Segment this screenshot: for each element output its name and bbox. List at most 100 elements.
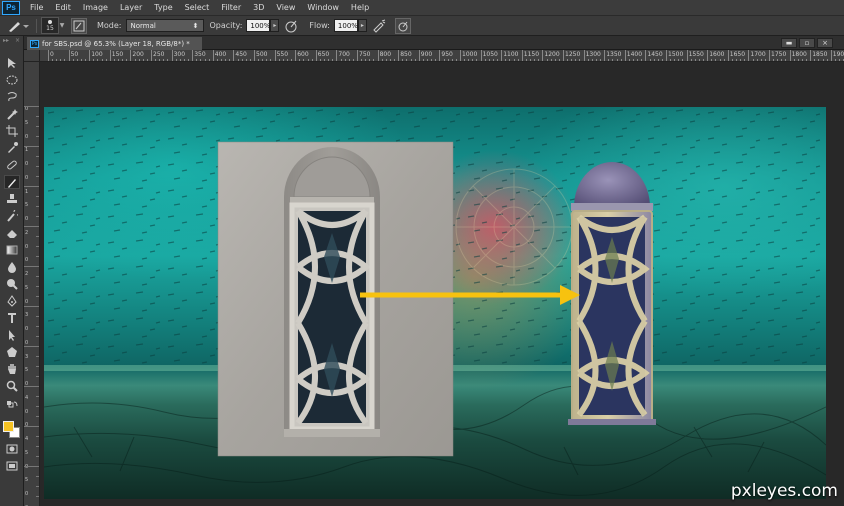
quick-mask-button[interactable] — [4, 442, 20, 456]
pen-tool[interactable] — [4, 294, 20, 308]
ruler-label: 1050 — [482, 51, 498, 58]
collapse-icon[interactable]: ▸▸ — [3, 37, 9, 45]
close-document-button[interactable]: × — [817, 38, 833, 48]
eraser-tool[interactable] — [4, 226, 20, 240]
gradient-tool[interactable] — [4, 243, 20, 257]
ruler-tick — [254, 50, 255, 61]
brush-size-picker[interactable]: 15 — [41, 17, 59, 34]
pressure-size-button[interactable] — [394, 17, 411, 34]
hand-tool[interactable] — [4, 362, 20, 376]
menu-image[interactable]: Image — [77, 3, 114, 12]
ruler-tick — [521, 50, 523, 61]
ruler-label: 500 — [256, 51, 268, 58]
ruler-tick — [748, 50, 750, 61]
ruler-label: 1900 — [832, 51, 844, 58]
menu-window[interactable]: Window — [301, 3, 345, 12]
ruler-tick — [357, 50, 358, 61]
ruler-label: 1850 — [812, 51, 828, 58]
mode-select[interactable]: Normal ⬍ — [125, 19, 204, 32]
ruler-origin[interactable] — [24, 50, 40, 62]
restore-button[interactable]: ▫ — [799, 38, 815, 48]
droplet-icon — [8, 262, 16, 273]
photoshop-logo: Ps — [2, 0, 20, 15]
brush-panel-icon — [73, 20, 85, 31]
ruler-label: 2 — [25, 271, 29, 277]
eyedropper-icon — [8, 142, 18, 153]
eyedropper-tool[interactable] — [4, 141, 20, 155]
ruler-tick — [666, 50, 667, 61]
shape-tool[interactable] — [4, 345, 20, 359]
ruler-label: 5 — [25, 119, 29, 126]
dodge-icon — [7, 279, 18, 290]
brush-tool[interactable] — [4, 175, 20, 189]
options-bar: 15 ▼ Mode: Normal ⬍ Opacity: 100% ▸ Flow… — [0, 16, 844, 36]
menu-3d[interactable]: 3D — [247, 3, 270, 12]
default-colors-button[interactable] — [4, 398, 20, 412]
document-tab[interactable]: Ps for SBS.psd @ 65.3% (Layer 18, RGB/8*… — [27, 37, 202, 50]
opacity-slider-toggle[interactable]: ▸ — [270, 19, 280, 32]
dodge-tool[interactable] — [4, 277, 20, 291]
marquee-tool[interactable] — [4, 73, 20, 87]
quick-selection-tool[interactable] — [4, 107, 20, 121]
blur-tool[interactable] — [4, 260, 20, 274]
flow-input[interactable]: 100% — [333, 19, 358, 32]
type-tool[interactable] — [4, 311, 20, 325]
tool-preset-picker[interactable] — [4, 18, 32, 34]
ruler-tick — [789, 50, 791, 61]
menu-select[interactable]: Select — [179, 3, 216, 12]
vertical-ruler[interactable]: 050100150200250300350400450500 — [24, 62, 40, 506]
close-icon: × — [822, 39, 828, 47]
menu-filter[interactable]: Filter — [215, 3, 247, 12]
stamp-icon — [7, 194, 17, 203]
lasso-icon — [7, 92, 17, 102]
bandage-icon — [7, 160, 17, 170]
opacity-input[interactable]: 100% — [246, 19, 270, 32]
tools-panel: ▸▸ × — [0, 36, 24, 506]
gradient-icon — [6, 245, 18, 255]
healing-brush-tool[interactable] — [4, 158, 20, 172]
flow-label: Flow: — [309, 21, 330, 30]
menu-view[interactable]: View — [270, 3, 301, 12]
crop-tool[interactable] — [4, 124, 20, 138]
screen-mode-icon — [6, 461, 18, 471]
minimize-button[interactable]: ▬ — [781, 38, 797, 48]
ruler-tick — [315, 50, 317, 61]
ruler-tick — [480, 50, 482, 61]
document-canvas[interactable] — [44, 107, 826, 499]
path-selection-tool[interactable] — [4, 328, 20, 342]
restore-icon: ▫ — [804, 39, 810, 47]
brush-panel-toggle[interactable] — [71, 17, 87, 34]
menu-bar: Ps File Edit Image Layer Type Select Fil… — [0, 0, 844, 16]
menu-layer[interactable]: Layer — [114, 3, 148, 12]
marquee-icon — [6, 75, 18, 85]
move-tool[interactable] — [4, 56, 20, 70]
ruler-tick — [624, 50, 626, 61]
ruler-label: 0 — [25, 491, 29, 497]
screen-mode-button[interactable] — [4, 459, 20, 473]
menu-help[interactable]: Help — [345, 3, 375, 12]
ruler-label: 250 — [153, 51, 165, 58]
menu-type[interactable]: Type — [148, 3, 178, 12]
menu-file[interactable]: File — [24, 3, 49, 12]
clone-stamp-tool[interactable] — [4, 192, 20, 206]
close-icon[interactable]: × — [15, 37, 20, 45]
eraser-icon — [7, 230, 17, 238]
flow-slider-toggle[interactable]: ▸ — [357, 19, 367, 32]
history-brush-tool[interactable] — [4, 209, 20, 223]
ruler-tick — [501, 50, 503, 61]
document-title: for SBS.psd @ 65.3% (Layer 18, RGB/8*) * — [42, 39, 190, 48]
pressure-opacity-button[interactable] — [283, 18, 299, 34]
chevron-down-icon[interactable]: ▼ — [59, 18, 65, 33]
ruler-tick — [295, 50, 297, 61]
airbrush-button[interactable] — [371, 18, 387, 34]
menu-edit[interactable]: Edit — [49, 3, 77, 12]
ruler-label: 5 — [25, 284, 29, 291]
zoom-tool[interactable] — [4, 379, 20, 393]
ruler-label: 4 — [25, 394, 29, 401]
horizontal-ruler[interactable]: 0 50 100 150 200 250 300 350 400 450 500 550 600 650 7… — [40, 50, 844, 62]
ruler-tick — [686, 50, 688, 61]
foreground-color-swatch[interactable] — [3, 421, 14, 432]
brush-icon — [8, 179, 16, 188]
ruler-tick — [604, 50, 606, 61]
lasso-tool[interactable] — [4, 90, 20, 104]
